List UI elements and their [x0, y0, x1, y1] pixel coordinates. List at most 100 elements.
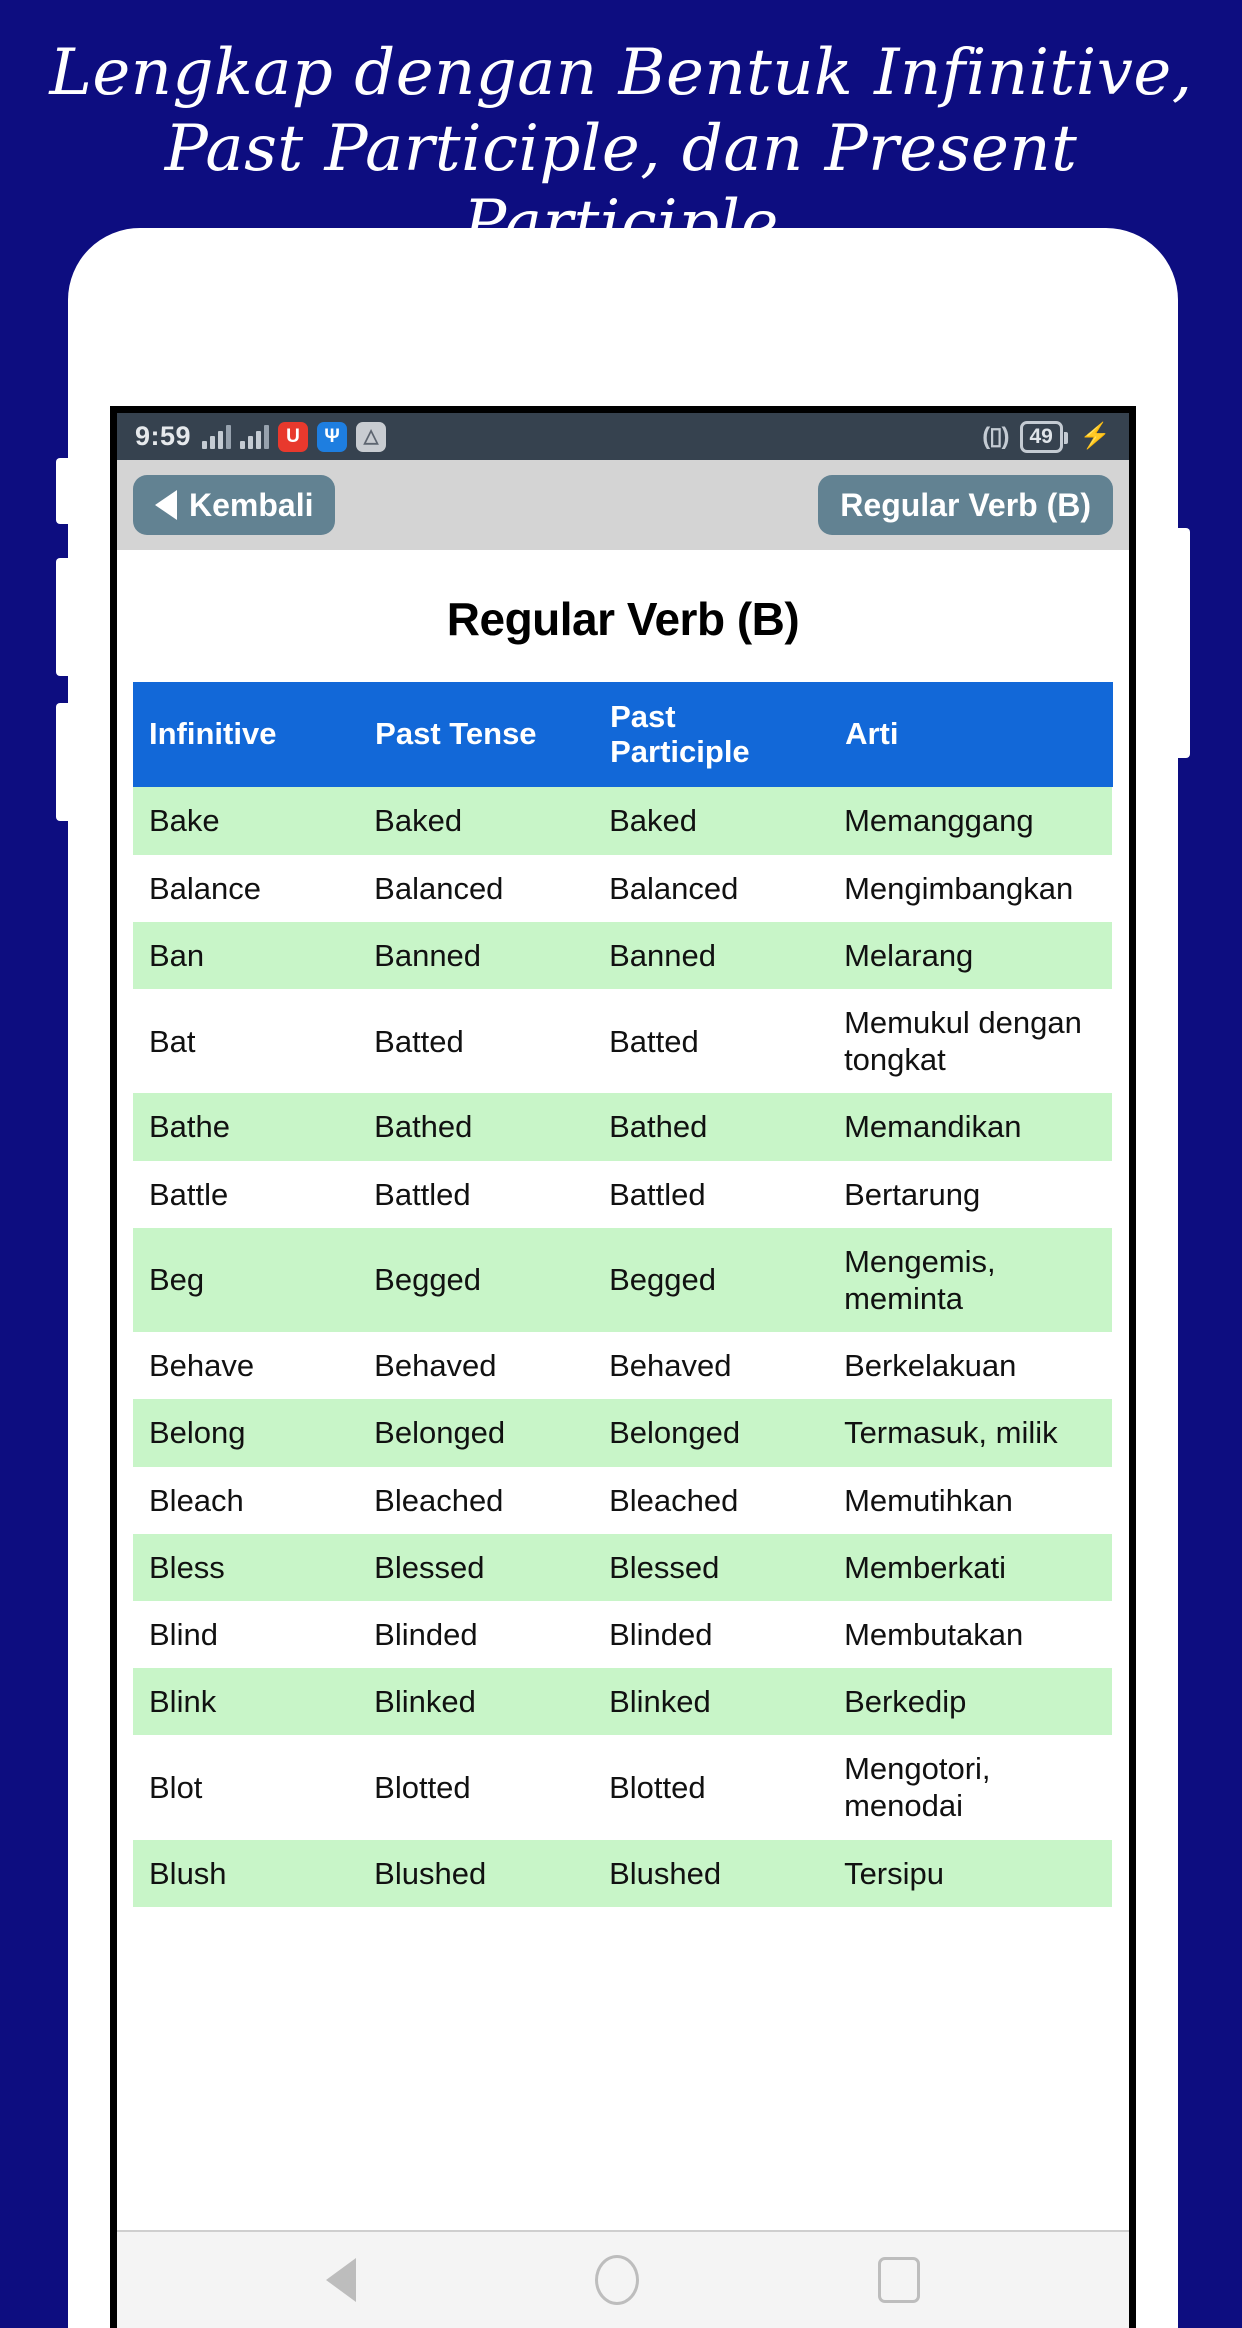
cell-past-tense: Blessed	[358, 1533, 594, 1601]
cell-past-tense: Behaved	[358, 1332, 594, 1400]
verb-table: Infinitive Past Tense Past Participle Ar…	[133, 682, 1113, 1907]
column-header-past-tense: Past Tense	[358, 682, 595, 788]
cell-past-participle: Banned	[593, 921, 829, 989]
verb-table-body: Bake Baked Baked Memanggang Balance Balanced B…	[133, 787, 1112, 1907]
cell-past-participle: Balanced	[593, 854, 829, 922]
cell-arti: Berkedip	[828, 1668, 1112, 1736]
android-status-bar: 9:59 U Ψ △ (▯) 49 ⚡	[117, 413, 1129, 460]
cell-past-tense: Blinked	[358, 1668, 594, 1736]
cell-infinitive: Ban	[133, 921, 359, 989]
cell-past-tense: Bleached	[358, 1466, 594, 1534]
cell-arti: Melarang	[828, 921, 1112, 989]
phone-mockup: 9:59 U Ψ △ (▯) 49 ⚡ Kembali Regular Verb…	[56, 228, 1190, 2328]
cell-past-participle: Baked	[593, 787, 829, 855]
cell-infinitive: Bless	[133, 1533, 359, 1601]
cell-past-tense: Begged	[358, 1227, 594, 1333]
cell-past-tense: Battled	[358, 1160, 594, 1228]
cell-arti: Memukul dengan tongkat	[828, 989, 1112, 1094]
nav-back-icon[interactable]	[326, 2258, 357, 2302]
screen-content: 9:59 U Ψ △ (▯) 49 ⚡ Kembali Regular Verb…	[117, 413, 1129, 2328]
cell-infinitive: Blink	[133, 1668, 359, 1736]
cell-past-participle: Behaved	[593, 1332, 829, 1400]
cell-infinitive: Beg	[133, 1227, 359, 1333]
table-row[interactable]: Bleach Bleached Bleached Memutihkan	[133, 1466, 1112, 1534]
table-row[interactable]: Behave Behaved Behaved Berkelakuan	[133, 1332, 1112, 1400]
phone-side-button-volume-up	[56, 558, 68, 676]
table-row[interactable]: Beg Begged Begged Mengemis, meminta	[133, 1227, 1112, 1333]
cell-arti: Memandikan	[828, 1093, 1112, 1161]
table-row[interactable]: Blot Blotted Blotted Mengotori, menodai	[133, 1735, 1112, 1840]
android-navigation-bar	[117, 2230, 1129, 2328]
table-row[interactable]: Balance Balanced Balanced Mengimbangkan	[133, 854, 1112, 922]
cell-past-tense: Blotted	[358, 1735, 594, 1840]
uc-browser-notification-icon: U	[278, 421, 309, 452]
cell-arti: Membutakan	[828, 1600, 1112, 1669]
photo-icon: △	[356, 421, 387, 452]
page-title: Regular Verb (B)	[446, 593, 800, 645]
table-row[interactable]: Belong Belonged Belonged Termasuk, milik	[133, 1399, 1112, 1467]
table-row[interactable]: Bless Blessed Blessed Memberkati	[133, 1533, 1112, 1601]
charging-bolt-icon: ⚡	[1079, 422, 1111, 450]
cell-past-participle: Blinded	[593, 1600, 829, 1669]
nav-recents-icon[interactable]	[877, 2257, 920, 2303]
cell-infinitive: Bleach	[133, 1466, 359, 1534]
cell-arti: Bertarung	[828, 1160, 1112, 1228]
cell-arti: Memberkati	[828, 1533, 1112, 1601]
phone-screen: 9:59 U Ψ △ (▯) 49 ⚡ Kembali Regular Verb…	[110, 406, 1136, 2328]
verb-table-container[interactable]: Infinitive Past Tense Past Participle Ar…	[117, 682, 1129, 2230]
cell-past-tense: Blinded	[358, 1600, 594, 1669]
cell-past-tense: Belonged	[358, 1399, 594, 1467]
cell-arti: Mengotori, menodai	[828, 1735, 1112, 1840]
cell-past-tense: Banned	[358, 921, 594, 989]
phone-side-button-mute	[56, 458, 68, 524]
cell-arti: Tersipu	[828, 1839, 1112, 1907]
cell-infinitive: Behave	[133, 1332, 359, 1400]
cell-arti: Memutihkan	[828, 1466, 1112, 1534]
status-clock: 9:59	[135, 421, 192, 451]
cell-arti: Mengimbangkan	[828, 854, 1112, 922]
main-content: Regular Verb (B) Infinitive Past Tense P…	[117, 550, 1129, 2230]
table-row[interactable]: Blind Blinded Blinded Membutakan	[133, 1600, 1112, 1669]
cell-infinitive: Battle	[133, 1160, 359, 1228]
back-button[interactable]: Kembali	[133, 475, 336, 535]
column-header-arti: Arti	[828, 682, 1113, 788]
table-row[interactable]: Bat Batted Batted Memukul dengan tongkat	[133, 989, 1112, 1094]
cell-infinitive: Blot	[133, 1735, 359, 1840]
phone-side-button-power	[1178, 528, 1190, 758]
cell-past-participle: Batted	[593, 989, 829, 1094]
app-navigation-bar: Kembali Regular Verb (B)	[117, 460, 1129, 550]
cell-past-participle: Blinked	[593, 1668, 829, 1736]
table-row[interactable]: Blink Blinked Blinked Berkedip	[133, 1668, 1112, 1736]
cell-past-participle: Battled	[593, 1160, 829, 1228]
section-title-button[interactable]: Regular Verb (B)	[818, 475, 1113, 535]
cell-past-participle: Bathed	[593, 1093, 829, 1161]
table-row[interactable]: Battle Battled Battled Bertarung	[133, 1160, 1112, 1228]
table-row[interactable]: Bake Baked Baked Memanggang	[133, 787, 1112, 855]
cell-past-tense: Batted	[358, 989, 594, 1094]
table-row[interactable]: Ban Banned Banned Melarang	[133, 921, 1112, 989]
cell-infinitive: Bat	[133, 989, 359, 1094]
usb-icon: Ψ	[317, 421, 348, 452]
signal-bars-icon-sim1	[202, 424, 232, 449]
vibrate-icon: (▯)	[982, 423, 1009, 450]
cell-past-tense: Balanced	[358, 854, 594, 922]
cell-past-tense: Blushed	[358, 1839, 594, 1907]
cell-infinitive: Belong	[133, 1399, 359, 1467]
back-button-label: Kembali	[189, 487, 314, 523]
cell-past-tense: Baked	[358, 787, 594, 855]
cell-arti: Mengemis, meminta	[828, 1227, 1112, 1333]
cell-infinitive: Bathe	[133, 1093, 359, 1161]
cell-infinitive: Bake	[133, 787, 359, 855]
cell-arti: Termasuk, milik	[828, 1399, 1112, 1467]
cell-infinitive: Blush	[133, 1839, 359, 1907]
column-header-past-participle: Past Participle	[593, 682, 830, 788]
back-triangle-icon	[155, 490, 177, 520]
nav-home-icon[interactable]	[594, 2255, 639, 2305]
table-row[interactable]: Blush Blushed Blushed Tersipu	[133, 1839, 1112, 1907]
cell-infinitive: Blind	[133, 1600, 359, 1669]
battery-indicator: 49	[1019, 420, 1069, 453]
column-header-infinitive: Infinitive	[133, 682, 360, 788]
table-row[interactable]: Bathe Bathed Bathed Memandikan	[133, 1093, 1112, 1161]
cell-past-participle: Blessed	[593, 1533, 829, 1601]
cell-past-participle: Blotted	[593, 1735, 829, 1840]
